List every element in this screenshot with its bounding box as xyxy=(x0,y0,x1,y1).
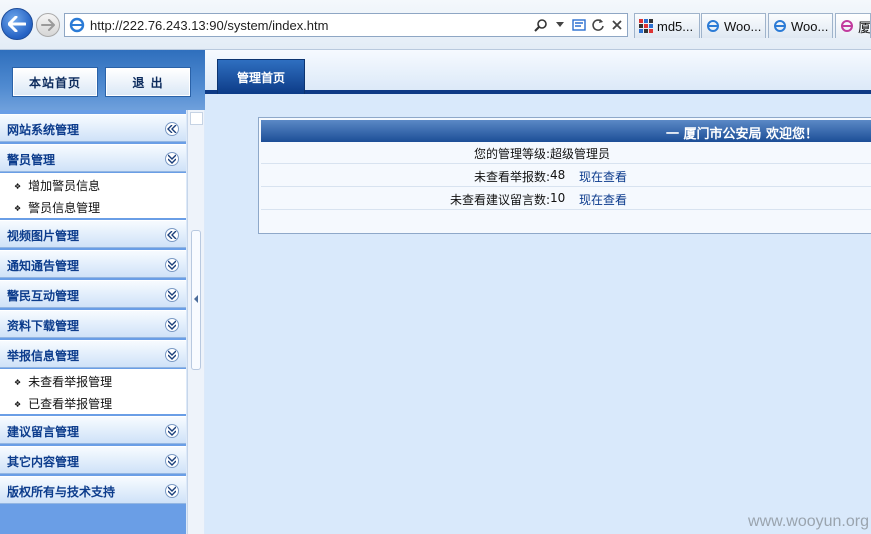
menu-item-police-info[interactable]: 警员信息管理 xyxy=(14,199,100,216)
tab-label: Woo... xyxy=(791,18,829,34)
search-icon[interactable] xyxy=(533,17,548,33)
expand-down-icon[interactable] xyxy=(165,424,179,438)
expand-down-icon[interactable] xyxy=(165,454,179,468)
info-value: 10 xyxy=(550,191,566,205)
dropdown-arrow-icon[interactable] xyxy=(552,17,567,33)
tab-label: 厦 xyxy=(858,19,871,35)
ie-favicon-icon xyxy=(707,20,719,32)
menu-group-label: 其它内容管理 xyxy=(7,455,80,469)
back-button[interactable] xyxy=(1,8,33,40)
info-value: 48 xyxy=(550,168,566,182)
browser-tab-active[interactable]: 厦 xyxy=(835,13,871,38)
menu-group-other-content[interactable]: 其它内容管理 xyxy=(0,446,186,474)
sidebar-menu: 网站系统管理 警员管理 增加警员信息 警员信息管理 视频图片管理 通知通告管理 xyxy=(0,110,186,534)
menu-item-unviewed-reports[interactable]: 未查看举报管理 xyxy=(14,373,112,390)
menu-group-notice[interactable]: 通知通告管理 xyxy=(0,250,186,278)
expand-down-icon[interactable] xyxy=(165,318,179,332)
info-label: 您的管理等级: xyxy=(473,147,550,161)
left-frame: 本站首页 退 出 网站系统管理 警员管理 增加警员信息 警员信息管理 视频图片管… xyxy=(0,50,205,534)
web-page: 本站首页 退 出 网站系统管理 警员管理 增加警员信息 警员信息管理 视频图片管… xyxy=(0,50,871,534)
expand-down-icon[interactable] xyxy=(165,152,179,166)
menu-group-label: 版权所有与技术支持 xyxy=(7,485,116,499)
menu-group-police-management[interactable]: 警员管理 xyxy=(0,144,186,172)
main-tabbar: 管理首页 xyxy=(205,50,871,94)
grid-favicon-icon xyxy=(639,19,653,33)
submenu-reports: 未查看举报管理 已查看举报管理 xyxy=(0,369,186,414)
ie-favicon-icon xyxy=(841,20,853,32)
info-row-unviewed-reports: 未查看举报数: 48 现在查看 xyxy=(261,165,871,187)
expand-down-icon[interactable] xyxy=(165,348,179,362)
expand-down-icon[interactable] xyxy=(165,484,179,498)
logout-button[interactable]: 退 出 xyxy=(106,68,190,96)
menu-group-label: 建议留言管理 xyxy=(7,425,80,439)
menu-group-website-system[interactable]: 网站系统管理 xyxy=(0,114,186,142)
menu-group-label: 网站系统管理 xyxy=(7,123,80,137)
submenu-police: 增加警员信息 警员信息管理 xyxy=(0,173,186,218)
menu-group-label: 警民互动管理 xyxy=(7,289,80,303)
info-row-unviewed-suggestions: 未查看建议留言数: 10 现在查看 xyxy=(261,188,871,210)
home-button[interactable]: 本站首页 xyxy=(13,68,97,96)
welcome-panel-header: 一 厦门市公安局 欢迎您！ xyxy=(261,120,871,142)
tab-label: md5... xyxy=(657,18,694,34)
browser-toolbar: http://222.76.243.13:90/system/index.htm… xyxy=(0,0,871,50)
menu-group-downloads[interactable]: 资料下载管理 xyxy=(0,310,186,338)
back-arrow-icon xyxy=(8,16,26,32)
browser-tab[interactable]: md5... xyxy=(634,13,700,38)
welcome-title: 一 厦门市公安局 欢迎您！ xyxy=(665,127,818,142)
forward-arrow-icon xyxy=(41,19,55,31)
expand-down-icon[interactable] xyxy=(165,288,179,302)
menu-group-copyright[interactable]: 版权所有与技术支持 xyxy=(0,476,186,504)
ie-page-icon xyxy=(69,17,85,33)
menu-group-label: 视频图片管理 xyxy=(7,229,80,243)
menu-group-reports[interactable]: 举报信息管理 xyxy=(0,340,186,368)
refresh-icon[interactable] xyxy=(590,17,605,33)
info-label: 未查看建议留言数: xyxy=(449,193,550,207)
watermark: www.wooyun.org xyxy=(748,513,869,530)
sidebar-scrollbar[interactable] xyxy=(187,110,204,534)
expand-down-icon[interactable] xyxy=(165,258,179,272)
collapse-left-icon[interactable] xyxy=(165,122,179,136)
info-label: 未查看举报数: xyxy=(473,170,550,184)
url-text: http://222.76.243.13:90/system/index.htm xyxy=(90,18,329,33)
forward-button[interactable] xyxy=(36,13,60,37)
address-bar[interactable]: http://222.76.243.13:90/system/index.htm xyxy=(64,13,628,37)
browser-tab[interactable]: Woo... xyxy=(701,13,766,38)
sidebar-toggle-handle[interactable] xyxy=(191,230,201,370)
menu-item-viewed-reports[interactable]: 已查看举报管理 xyxy=(14,395,112,412)
welcome-panel: 一 厦门市公安局 欢迎您！ 您的管理等级: 超级管理员 未查看举报数: 48 现… xyxy=(258,117,871,234)
menu-group-label: 警员管理 xyxy=(7,153,56,167)
info-value: 超级管理员 xyxy=(550,147,611,161)
view-reports-link[interactable]: 现在查看 xyxy=(579,168,627,185)
menu-item-add-police[interactable]: 增加警员信息 xyxy=(14,177,100,194)
main-frame: 管理首页 一 厦门市公安局 欢迎您！ 您的管理等级: 超级管理员 未查看举报数:… xyxy=(205,50,871,534)
tab-label: Woo... xyxy=(724,18,762,34)
menu-group-video-image[interactable]: 视频图片管理 xyxy=(0,220,186,248)
view-suggestions-link[interactable]: 现在查看 xyxy=(579,191,627,208)
sidebar-header: 本站首页 退 出 xyxy=(0,50,205,110)
scroll-up-button[interactable] xyxy=(190,112,203,125)
browser-tab[interactable]: Woo... xyxy=(768,13,833,38)
info-row-admin-level: 您的管理等级: 超级管理员 xyxy=(261,142,871,164)
menu-group-label: 资料下载管理 xyxy=(7,319,80,333)
menu-group-suggestions[interactable]: 建议留言管理 xyxy=(0,416,186,444)
menu-group-interaction[interactable]: 警民互动管理 xyxy=(0,280,186,308)
stop-icon[interactable] xyxy=(609,17,624,33)
ie-favicon-icon xyxy=(774,20,786,32)
compatibility-view-icon[interactable] xyxy=(571,17,586,33)
menu-group-label: 举报信息管理 xyxy=(7,349,80,363)
tab-admin-home[interactable]: 管理首页 xyxy=(217,59,305,94)
menu-group-label: 通知通告管理 xyxy=(7,259,80,273)
collapse-left-icon[interactable] xyxy=(165,228,179,242)
